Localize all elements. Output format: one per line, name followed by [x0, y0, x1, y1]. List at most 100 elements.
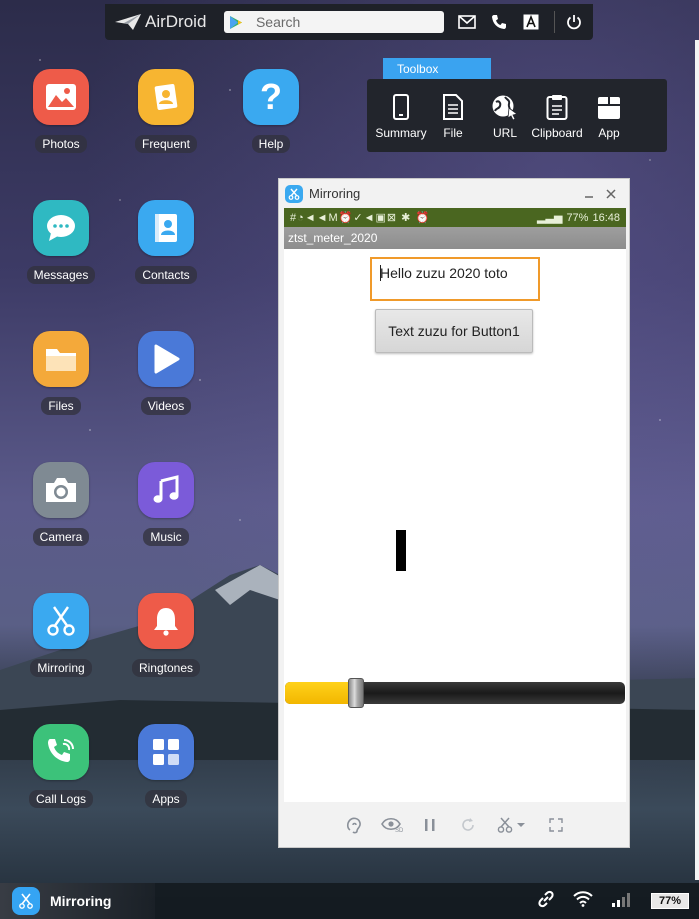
- pause-icon[interactable]: [419, 814, 441, 836]
- status-time: 16:48: [592, 211, 620, 224]
- phone-screen[interactable]: #◔◄◄M⏰✓◄▣⊠ ✱ ⏰ ▂▃▅ 77% 16:48 ztst_meter_…: [284, 208, 626, 802]
- music-icon: [138, 462, 194, 518]
- app-videos[interactable]: Videos: [126, 331, 206, 415]
- apps-grid-icon: [138, 724, 194, 780]
- mirroring-controls: SD: [284, 805, 626, 845]
- button1[interactable]: Text zuzu for Button1: [375, 309, 533, 353]
- bell-icon: [138, 593, 194, 649]
- app-label: Photos: [35, 135, 87, 153]
- messages-icon: [33, 200, 89, 256]
- app-call-logs[interactable]: Call Logs: [21, 724, 101, 808]
- top-bar-actions: [454, 9, 593, 35]
- right-edge-strip: [695, 40, 699, 880]
- app-mirroring[interactable]: Mirroring: [21, 593, 101, 677]
- app-photos[interactable]: Photos: [21, 69, 101, 153]
- system-tray: 77%: [537, 890, 689, 913]
- taskbar-mirroring-app[interactable]: Mirroring: [0, 883, 155, 919]
- brand-name: AirDroid: [145, 12, 207, 31]
- folder-icon: [33, 331, 89, 387]
- app-label: Ringtones: [131, 659, 201, 677]
- app-label: Contacts: [135, 266, 197, 284]
- mirroring-window: Mirroring #◔◄◄M⏰✓◄▣⊠ ✱ ⏰ ▂▃▅ 77% 16:48 z…: [278, 178, 630, 848]
- app-label: Apps: [145, 790, 187, 808]
- app-box-icon: [597, 92, 621, 120]
- call-log-icon: [33, 724, 89, 780]
- app-ringtones[interactable]: Ringtones: [126, 593, 206, 677]
- window-title: Mirroring: [309, 186, 361, 201]
- top-bar: AirDroid: [105, 4, 593, 40]
- slider-fill: [285, 682, 357, 704]
- photos-icon: [33, 69, 89, 125]
- status-battery: 77%: [566, 211, 589, 224]
- rotate-icon[interactable]: [457, 814, 479, 836]
- search-input[interactable]: [255, 14, 426, 30]
- notification-icons: #◔◄◄M⏰✓◄▣⊠ ✱ ⏰: [290, 212, 431, 224]
- camera-icon: [33, 462, 89, 518]
- toolbox-tab[interactable]: Toolbox: [383, 58, 491, 79]
- app-label: Files: [41, 397, 81, 415]
- text-box-value: Hello zuzu 2020 toto: [380, 265, 508, 281]
- app-label: Mirroring: [30, 659, 92, 677]
- tool-label: URL: [492, 126, 517, 140]
- tool-summary[interactable]: Summary: [375, 92, 427, 152]
- tool-label: File: [443, 126, 463, 140]
- tool-label: Summary: [375, 126, 427, 140]
- app-frequent[interactable]: Frequent: [126, 69, 206, 153]
- app-action-bar: ztst_meter_2020: [284, 227, 626, 249]
- app-camera[interactable]: Camera: [21, 462, 101, 546]
- search-box[interactable]: [223, 11, 444, 33]
- eye-sd-icon[interactable]: SD: [381, 814, 403, 836]
- app-label: Videos: [140, 397, 192, 415]
- play-store-icon: [229, 15, 242, 29]
- signal-strength-icon: [611, 891, 633, 912]
- tool-url[interactable]: URL: [479, 92, 531, 152]
- tool-label: Clipboard: [531, 126, 583, 140]
- phone-icon[interactable]: [486, 9, 512, 35]
- app-apps[interactable]: Apps: [126, 724, 206, 808]
- play-icon: [138, 331, 194, 387]
- text-box[interactable]: Hello zuzu 2020 toto: [370, 257, 540, 301]
- toolbox-panel: Summary File URL Clipboard App: [367, 79, 667, 152]
- frequent-contacts-icon: [138, 69, 194, 125]
- scissors-icon: [33, 593, 89, 649]
- window-titlebar[interactable]: Mirroring: [279, 179, 629, 208]
- svg-text:SD: SD: [395, 828, 403, 833]
- app-label: Help: [251, 135, 291, 153]
- wifi-icon: [573, 890, 593, 912]
- app-files[interactable]: Files: [21, 331, 101, 415]
- link-icon[interactable]: [537, 890, 555, 913]
- tool-label: App: [598, 126, 620, 140]
- app-contacts[interactable]: Contacts: [126, 200, 206, 284]
- scissors-icon: [12, 887, 40, 915]
- globe-icon: [491, 92, 519, 120]
- android-status-bar: #◔◄◄M⏰✓◄▣⊠ ✱ ⏰ ▂▃▅ 77% 16:48: [284, 208, 626, 227]
- app-help[interactable]: ? Help: [231, 69, 311, 153]
- font-a-icon[interactable]: [518, 9, 544, 35]
- phone-summary-icon: [393, 92, 409, 120]
- file-icon: [443, 92, 463, 120]
- close-icon[interactable]: [601, 184, 621, 204]
- scissors-dropdown-icon[interactable]: [495, 814, 529, 836]
- slider-thumb[interactable]: [348, 678, 365, 708]
- app-music[interactable]: Music: [126, 462, 206, 546]
- slider[interactable]: [285, 678, 625, 708]
- app-messages[interactable]: Messages: [21, 200, 101, 284]
- power-icon[interactable]: [561, 9, 587, 35]
- tool-file[interactable]: File: [427, 92, 479, 152]
- ear-icon[interactable]: [343, 814, 365, 836]
- taskbar-app-label: Mirroring: [50, 893, 112, 909]
- airdroid-logo[interactable]: AirDroid: [115, 12, 224, 32]
- contacts-icon: [138, 200, 194, 256]
- fullscreen-icon[interactable]: [545, 814, 567, 836]
- divider: [554, 11, 555, 33]
- app-label: Call Logs: [28, 790, 94, 808]
- clipboard-icon: [546, 92, 568, 120]
- scissors-icon: [285, 184, 303, 203]
- minimize-icon[interactable]: [579, 184, 599, 204]
- app-label: Music: [143, 528, 189, 546]
- mail-icon[interactable]: [454, 9, 480, 35]
- tool-app[interactable]: App: [583, 92, 635, 152]
- tool-clipboard[interactable]: Clipboard: [531, 92, 583, 152]
- signal-icon: ▂▃▅: [537, 212, 563, 224]
- app-label: Messages: [26, 266, 96, 284]
